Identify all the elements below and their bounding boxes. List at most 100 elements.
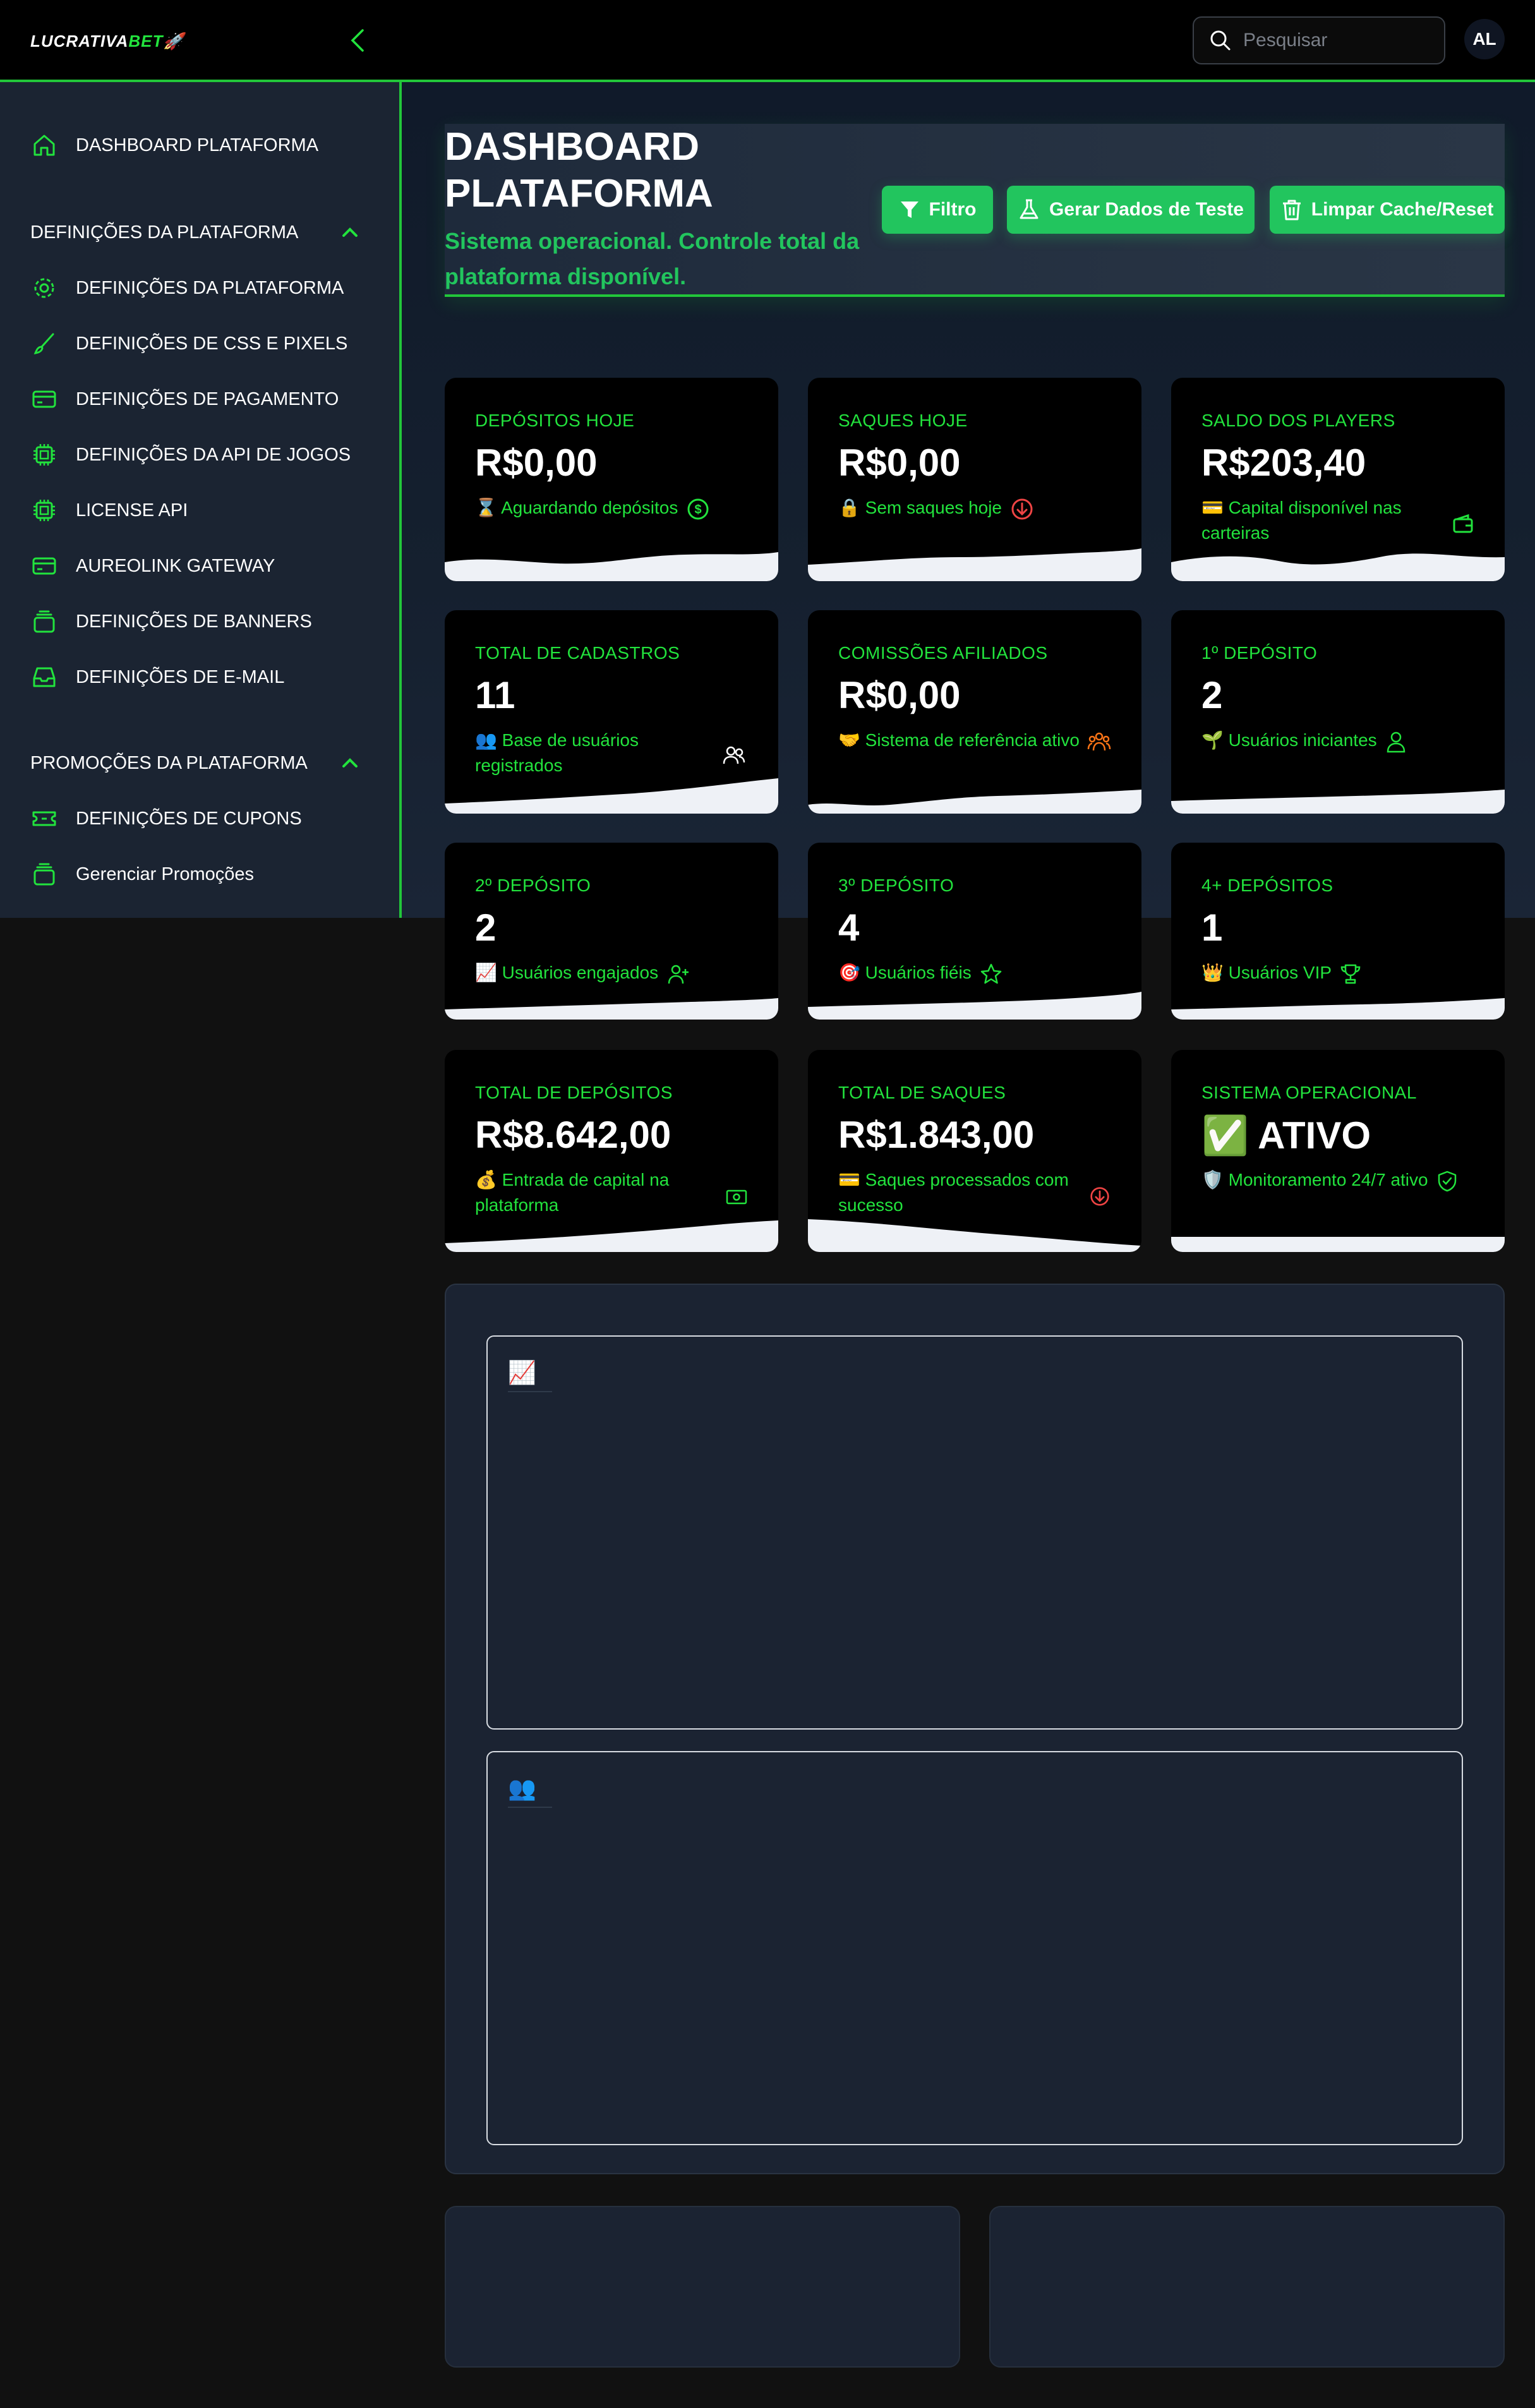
stat-value: 1 xyxy=(1201,906,1223,949)
chart-title-underline xyxy=(508,1391,552,1392)
home-icon xyxy=(30,131,58,159)
stat-card-third-deposit[interactable]: 3º DEPÓSITO 4 🎯 Usuários fiéis xyxy=(808,843,1141,1020)
stat-card-deposits-today[interactable]: DEPÓSITOS HOJE R$0,00 ⌛ Aguardando depós… xyxy=(445,378,778,581)
sidebar-item-dashboard[interactable]: DASHBOARD PLATAFORMA xyxy=(30,128,318,163)
sidebar-item-label: DEFINIÇÕES DA API DE JOGOS xyxy=(76,444,351,465)
deposits-chart-container: 📈 xyxy=(486,1335,1463,1730)
stat-label: 3º DEPÓSITO xyxy=(838,876,954,895)
stat-label: COMISSÕES AFILIADOS xyxy=(838,643,1048,663)
ticket-icon xyxy=(30,805,58,833)
stat-card-system-status[interactable]: SISTEMA OPERACIONAL ✅ ATIVO 🛡️ Monitoram… xyxy=(1171,1050,1505,1252)
sidebar-item-email[interactable]: DEFINIÇÕES DE E-MAIL xyxy=(30,659,284,695)
brush-icon xyxy=(30,330,58,358)
card-wave xyxy=(445,552,778,581)
sidebar-item-banners[interactable]: DEFINIÇÕES DE BANNERS xyxy=(30,604,312,639)
sidebar-item-label: DEFINIÇÕES DE CUPONS xyxy=(76,808,302,829)
stat-label: TOTAL DE CADASTROS xyxy=(475,643,680,663)
stat-value: R$0,00 xyxy=(475,442,598,484)
bottom-panel-right xyxy=(989,2206,1505,2368)
page-title: DASHBOARD PLATAFORMA xyxy=(445,125,713,215)
sidebar-item-coupons[interactable]: DEFINIÇÕES DE CUPONS xyxy=(30,801,302,836)
stat-card-affiliate-commissions[interactable]: COMISSÕES AFILIADOS R$0,00 🤝 Sistema de … xyxy=(808,610,1141,814)
stat-value: R$0,00 xyxy=(838,674,961,716)
stat-desc: 💳 Capital disponível nas carteiras xyxy=(1201,498,1402,543)
arrow-down-circle-icon xyxy=(1011,498,1033,520)
sidebar-item-license-api[interactable]: LICENSE API xyxy=(30,493,188,528)
flask-icon xyxy=(1020,199,1038,219)
filter-button[interactable]: Filtro xyxy=(882,186,993,234)
stat-card-four-plus-deposits[interactable]: 4+ DEPÓSITOS 1 👑 Usuários VIP xyxy=(1171,843,1505,1020)
search-box[interactable] xyxy=(1193,16,1445,64)
stat-card-total-deposits[interactable]: TOTAL DE DEPÓSITOS R$8.642,00 💰 Entrada … xyxy=(445,1050,778,1252)
sidebar-item-payment[interactable]: DEFINIÇÕES DE PAGAMENTO xyxy=(30,382,339,417)
stat-value: 4 xyxy=(838,906,860,949)
sidebar-item-manage-promotions[interactable]: Gerenciar Promoções xyxy=(30,857,254,892)
wallet-icon xyxy=(1453,514,1473,533)
page-subtitle: Sistema operacional. Controle total da p… xyxy=(445,228,860,289)
stat-card-players-balance[interactable]: SALDO DOS PLAYERS R$203,40 💳 Capital dis… xyxy=(1171,378,1505,581)
sidebar-item-css-pixels[interactable]: DEFINIÇÕES DE CSS E PIXELS xyxy=(30,326,347,361)
card-wave xyxy=(1171,553,1505,581)
avatar[interactable]: AL xyxy=(1464,19,1505,59)
search-input[interactable] xyxy=(1243,30,1433,51)
users-chart-container: 👥 xyxy=(486,1751,1463,2145)
stat-desc: 👥 Base de usuários registrados xyxy=(475,730,639,775)
chevron-up-icon xyxy=(342,758,358,768)
sidebar: DASHBOARD PLATAFORMA DEFINIÇÕES DA PLATA… xyxy=(0,82,402,918)
stat-desc: 🛡️ Monitoramento 24/7 ativo xyxy=(1201,1167,1498,1193)
sidebar-item-platform-settings[interactable]: DEFINIÇÕES DA PLATAFORMA xyxy=(30,270,344,306)
sidebar-item-label: DASHBOARD PLATAFORMA xyxy=(76,135,319,155)
clear-cache-button[interactable]: Limpar Cache/Reset xyxy=(1270,186,1505,234)
logo-accent: BET xyxy=(128,32,164,51)
card-wave xyxy=(445,778,778,814)
stat-card-total-signups[interactable]: TOTAL DE CADASTROS 11 👥 Base de usuários… xyxy=(445,610,778,814)
shield-check-icon xyxy=(1438,1171,1457,1191)
sidebar-item-label: LICENSE API xyxy=(76,500,188,521)
bottom-panel-left xyxy=(445,2206,960,2368)
users-icon xyxy=(723,746,745,764)
stat-card-second-deposit[interactable]: 2º DEPÓSITO 2 📈 Usuários engajados xyxy=(445,843,778,1020)
sidebar-item-label: AUREOLINK GATEWAY xyxy=(76,555,275,576)
generate-test-data-button[interactable]: Gerar Dados de Teste xyxy=(1007,186,1255,234)
stat-desc: ⌛ Aguardando depósitos $ xyxy=(475,495,740,521)
arrow-down-circle-icon xyxy=(1090,1187,1109,1206)
stat-card-withdrawals-today[interactable]: SAQUES HOJE R$0,00 🔒 Sem saques hoje xyxy=(808,378,1141,581)
chart-trend-icon: 📈 xyxy=(508,1359,536,1385)
stat-value: R$8.642,00 xyxy=(475,1114,671,1156)
hero-banner: DASHBOARD PLATAFORMA Sistema operacional… xyxy=(445,124,1505,297)
rocket-icon: 🚀 xyxy=(163,32,184,51)
sidebar-item-games-api[interactable]: DEFINIÇÕES DA API DE JOGOS xyxy=(30,437,351,473)
sidebar-item-label: DEFINIÇÕES DE E-MAIL xyxy=(76,666,285,687)
charts-panel: 📈 👥 xyxy=(445,1284,1505,2174)
stat-card-first-deposit[interactable]: 1º DEPÓSITO 2 🌱 Usuários iniciantes xyxy=(1171,610,1505,814)
card-wave xyxy=(445,998,778,1020)
chart-title-underline xyxy=(508,1807,552,1808)
sidebar-section-platform[interactable]: DEFINIÇÕES DA PLATAFORMA xyxy=(30,215,359,250)
card-wave xyxy=(1171,1237,1505,1252)
card-wave xyxy=(808,992,1141,1020)
sidebar-item-label: Gerenciar Promoções xyxy=(76,864,255,884)
card-wave xyxy=(808,548,1141,581)
user-icon xyxy=(1387,731,1406,752)
card-wave xyxy=(1171,998,1505,1020)
chevron-up-icon xyxy=(342,227,358,237)
logo[interactable]: LUCRATIVABET🚀 xyxy=(30,32,184,51)
stat-card-total-withdrawals[interactable]: TOTAL DE SAQUES R$1.843,00 💳 Saques proc… xyxy=(808,1050,1141,1252)
stat-value: R$1.843,00 xyxy=(838,1114,1035,1156)
sidebar-section-promotions[interactable]: PROMOÇÕES DA PLATAFORMA xyxy=(30,745,359,781)
stat-value: 11 xyxy=(475,674,515,716)
sidebar-item-label: DEFINIÇÕES DE PAGAMENTO xyxy=(76,388,339,409)
sidebar-item-aureolink[interactable]: AUREOLINK GATEWAY xyxy=(30,548,275,584)
stat-desc: 💳 Saques processados com sucesso xyxy=(838,1170,1069,1215)
stat-label: SALDO DOS PLAYERS xyxy=(1201,411,1395,430)
clear-cache-label: Limpar Cache/Reset xyxy=(1311,199,1494,220)
stat-value: 2 xyxy=(475,906,497,949)
stat-label: SAQUES HOJE xyxy=(838,411,968,430)
stat-value: R$203,40 xyxy=(1201,442,1366,484)
chevron-left-icon xyxy=(351,29,364,52)
section-title: PROMOÇÕES DA PLATAFORMA xyxy=(30,752,308,773)
stat-desc: 🤝 Sistema de referência ativo xyxy=(838,728,1135,753)
sidebar-collapse-button[interactable] xyxy=(346,27,369,54)
stat-label: 1º DEPÓSITO xyxy=(1201,643,1318,663)
stat-label: 4+ DEPÓSITOS xyxy=(1201,876,1333,895)
